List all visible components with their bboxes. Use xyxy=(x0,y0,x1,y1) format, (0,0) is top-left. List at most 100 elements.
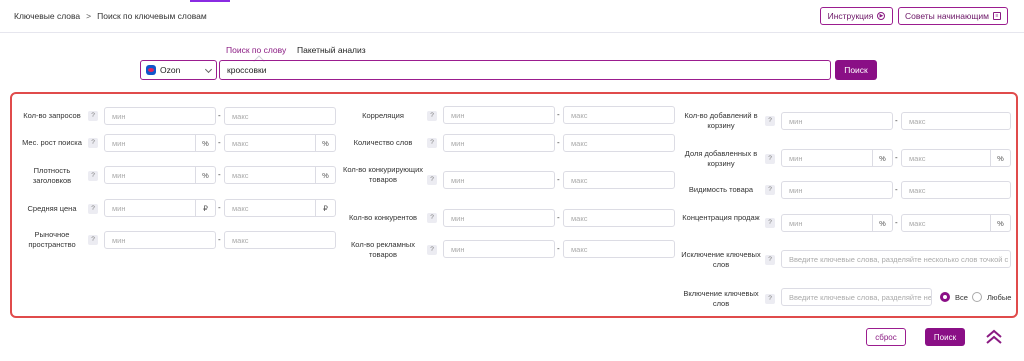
queries-max-input[interactable]: макс xyxy=(224,107,336,125)
help-icon[interactable]: ? xyxy=(765,116,775,126)
ruble-suffix: ₽ xyxy=(315,200,335,216)
cart-share-max-input[interactable]: макс% xyxy=(901,149,1011,167)
filter-label-cart-adds: Кол-во добавлений в корзину xyxy=(684,111,758,130)
reset-button[interactable]: сброс xyxy=(866,328,906,346)
play-icon: ▶ xyxy=(877,12,886,20)
exclude-keywords-input[interactable]: Введите ключевые слова, разделяйте неско… xyxy=(781,250,1011,268)
growth-max-input[interactable]: макс% xyxy=(224,134,336,152)
document-icon: ≡ xyxy=(992,12,1001,20)
correlation-max-input[interactable]: макс xyxy=(563,106,675,124)
help-icon[interactable]: ? xyxy=(427,111,437,121)
ruble-suffix: ₽ xyxy=(195,200,215,216)
filters-search-button[interactable]: Поиск xyxy=(925,328,965,346)
market-space-max-input[interactable]: макс xyxy=(224,231,336,249)
percent-suffix: % xyxy=(872,150,892,166)
help-icon[interactable]: ? xyxy=(427,175,437,185)
filter-label-competitors: Кол-во конкурентов xyxy=(348,213,418,222)
range-dash: - xyxy=(557,138,560,147)
word-count-min-input[interactable]: мин xyxy=(443,134,555,152)
range-dash: - xyxy=(895,116,898,125)
queries-min-input[interactable]: мин xyxy=(104,107,216,125)
range-dash: - xyxy=(895,218,898,227)
help-icon[interactable]: ? xyxy=(427,138,437,148)
help-icon[interactable]: ? xyxy=(88,235,98,245)
cart-share-max-placeholder: макс xyxy=(909,153,926,163)
range-dash: - xyxy=(895,185,898,194)
price-min-placeholder: мин xyxy=(112,203,126,213)
search-button[interactable]: Поиск xyxy=(835,60,877,80)
filter-label-queries: Кол-во запросов xyxy=(23,111,81,120)
breadcrumb-item-current: Поиск по ключевым словам xyxy=(97,11,207,21)
price-max-placeholder: макс xyxy=(232,203,249,213)
marketplace-select[interactable]: Ozon xyxy=(140,60,217,80)
include-keywords-input[interactable]: Введите ключевые слова, разделяйте неско… xyxy=(781,288,932,306)
concentration-min-input[interactable]: мин% xyxy=(781,214,893,232)
competitors-max-input[interactable]: макс xyxy=(563,209,675,227)
growth-min-input[interactable]: мин% xyxy=(104,134,216,152)
help-icon[interactable]: ? xyxy=(88,171,98,181)
concentration-min-placeholder: мин xyxy=(789,218,803,228)
price-max-input[interactable]: макс ₽ xyxy=(224,199,336,217)
help-icon[interactable]: ? xyxy=(765,185,775,195)
range-dash: - xyxy=(218,138,221,147)
visibility-max-input[interactable]: макс xyxy=(901,181,1011,199)
page-header: Ключевые слова > Поиск по ключевым словам … xyxy=(0,0,1024,33)
growth-max-placeholder: макс xyxy=(232,138,249,148)
competing-goods-min-input[interactable]: мин xyxy=(443,171,555,189)
help-icon[interactable]: ? xyxy=(427,213,437,223)
ad-goods-max-input[interactable]: макс xyxy=(563,240,675,258)
tips-button-label: Советы начинающим xyxy=(905,11,989,21)
tab-search-by-word[interactable]: Поиск по слову xyxy=(226,45,286,55)
density-min-placeholder: мин xyxy=(112,170,126,180)
filter-label-density: Плотность заголовков xyxy=(32,166,72,185)
market-space-min-input[interactable]: мин xyxy=(104,231,216,249)
help-icon[interactable]: ? xyxy=(88,204,98,214)
range-dash: - xyxy=(895,153,898,162)
marketplace-selected-value: Ozon xyxy=(160,65,181,75)
filter-label-exclude-keywords: Исключение ключевых слов xyxy=(681,250,761,269)
help-icon[interactable]: ? xyxy=(765,294,775,304)
collapse-icon[interactable] xyxy=(985,328,1003,346)
correlation-min-input[interactable]: мин xyxy=(443,106,555,124)
filter-label-market-space: Рыночное пространство xyxy=(28,230,76,249)
tab-batch-analysis[interactable]: Пакетный анализ xyxy=(297,45,366,55)
concentration-max-input[interactable]: макс% xyxy=(901,214,1011,232)
cart-adds-max-input[interactable]: макс xyxy=(901,112,1011,130)
price-min-input[interactable]: мин ₽ xyxy=(104,199,216,217)
radio-all[interactable] xyxy=(940,292,950,302)
filter-label-growth: Мес. рост поиска xyxy=(22,138,82,147)
percent-suffix: % xyxy=(315,135,335,151)
density-max-placeholder: макс xyxy=(232,170,249,180)
search-input[interactable]: кроссовки xyxy=(219,60,831,80)
help-icon[interactable]: ? xyxy=(88,111,98,121)
competitors-min-input[interactable]: мин xyxy=(443,209,555,227)
range-dash: - xyxy=(218,170,221,179)
ad-goods-min-input[interactable]: мин xyxy=(443,240,555,258)
breadcrumb-item-keywords[interactable]: Ключевые слова xyxy=(14,11,80,21)
help-icon[interactable]: ? xyxy=(765,154,775,164)
filter-label-avg-price: Средняя цена xyxy=(27,204,77,213)
radio-any[interactable] xyxy=(972,292,982,302)
instruction-button[interactable]: Инструкция ▶ xyxy=(820,7,893,25)
filter-label-correlation: Корреляция xyxy=(362,111,404,120)
competing-goods-max-input[interactable]: макс xyxy=(563,171,675,189)
instruction-button-label: Инструкция xyxy=(827,11,874,21)
filter-label-concentration: Концентрация продаж xyxy=(682,213,760,222)
tips-button[interactable]: Советы начинающим ≡ xyxy=(898,7,1008,25)
range-dash: - xyxy=(557,244,560,253)
help-icon[interactable]: ? xyxy=(765,218,775,228)
word-count-max-input[interactable]: макс xyxy=(563,134,675,152)
help-icon[interactable]: ? xyxy=(427,245,437,255)
cart-adds-min-input[interactable]: мин xyxy=(781,112,893,130)
radio-any-label: Любые xyxy=(987,293,1012,302)
help-icon[interactable]: ? xyxy=(765,255,775,265)
density-max-input[interactable]: макс% xyxy=(224,166,336,184)
percent-suffix: % xyxy=(315,167,335,183)
help-icon[interactable]: ? xyxy=(88,138,98,148)
growth-min-placeholder: мин xyxy=(112,138,126,148)
cart-share-min-input[interactable]: мин% xyxy=(781,149,893,167)
visibility-min-input[interactable]: мин xyxy=(781,181,893,199)
density-min-input[interactable]: мин% xyxy=(104,166,216,184)
range-dash: - xyxy=(218,203,221,212)
range-dash: - xyxy=(218,235,221,244)
